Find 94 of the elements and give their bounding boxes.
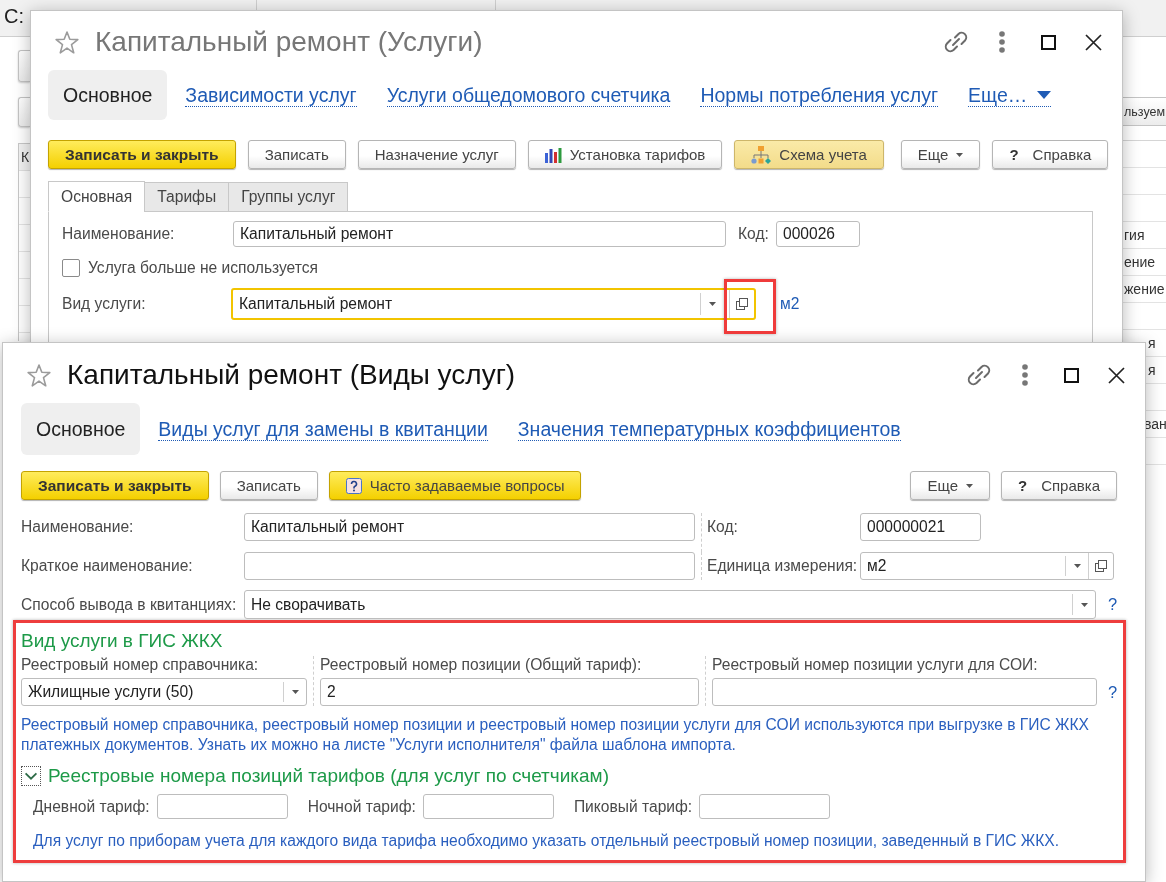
caret-icon xyxy=(708,302,716,306)
caret-icon xyxy=(956,152,964,157)
field-label: Ночной тариф: xyxy=(307,797,416,816)
nav-item[interactable]: Нормы потребления услуг xyxy=(700,83,939,107)
text-field[interactable] xyxy=(156,794,288,819)
toolbar-button[interactable]: Записать xyxy=(219,471,318,500)
toolbar-button[interactable]: Схема учета xyxy=(734,140,884,169)
field-label: Код: xyxy=(707,518,739,536)
stacked-squares-icon xyxy=(736,298,748,310)
table-cell: ение xyxy=(1124,254,1156,270)
tab[interactable]: Тарифы xyxy=(144,182,230,212)
field-label: Реестровый номер справочника: xyxy=(21,656,260,674)
toolbar-button[interactable]: Часто задаваемые вопросы xyxy=(328,471,582,500)
nav-item[interactable]: Виды услуг для замены в квитанции xyxy=(158,417,488,441)
checkbox-label[interactable]: Услуга больше не используется xyxy=(88,259,318,277)
field-label: Наименование: xyxy=(21,518,135,536)
help-icon xyxy=(345,477,362,494)
field-label: Вид услуги: xyxy=(62,295,147,313)
select-field[interactable]: Капитальный ремонт xyxy=(231,288,756,320)
field-label: Дневной тариф: xyxy=(33,797,150,816)
field-label: Пиковый тариф: xyxy=(573,797,693,816)
table-cell: гия xyxy=(1124,227,1145,243)
caret-icon xyxy=(1080,602,1088,607)
select-field[interactable]: Не сворачивать xyxy=(244,590,1096,619)
tab[interactable]: Основная xyxy=(48,181,146,212)
field-label: Реестровый номер позиции (Общий тариф): xyxy=(320,656,643,674)
nav-item[interactable]: Значения температурных коэффициентов xyxy=(517,417,901,441)
caret-icon xyxy=(966,483,973,488)
section-title[interactable]: Реестровые номера позиций тарифов (для услуг по счетчикам) xyxy=(48,765,609,787)
nav-item[interactable]: Услуги общедомового счетчика xyxy=(386,83,671,107)
unit-link[interactable]: м2 xyxy=(780,295,800,313)
toolbar-button[interactable]: льзуем xyxy=(1120,97,1166,126)
highlight-frame xyxy=(724,279,776,334)
nav-item[interactable]: Зависимости услуг xyxy=(185,83,357,107)
star-icon[interactable] xyxy=(27,363,51,387)
table-cell: я xyxy=(1148,362,1156,378)
window-title: Капитальный ремонт (Услуги) xyxy=(95,26,483,58)
star-icon[interactable] xyxy=(55,30,79,54)
toolbar-button[interactable]: Назначение услуг xyxy=(357,140,516,169)
section-title: Вид услуги в ГИС ЖКХ xyxy=(21,630,224,652)
maximize-icon[interactable] xyxy=(1064,367,1079,383)
column-header: К xyxy=(19,144,30,171)
stacked-squares-icon xyxy=(1095,560,1107,572)
caret-icon xyxy=(1073,564,1081,568)
table-cell: я xyxy=(1148,335,1156,351)
toolbar-button[interactable]: ? Справка xyxy=(992,140,1109,169)
close-icon[interactable] xyxy=(1085,33,1102,51)
toolbar-button[interactable]: ? Справка xyxy=(1001,471,1117,500)
field-label: Краткое наименование: xyxy=(21,557,194,575)
more-link[interactable]: Еще… xyxy=(968,83,1052,107)
text-field[interactable] xyxy=(699,794,831,819)
link-icon[interactable] xyxy=(966,362,992,388)
more-icon[interactable] xyxy=(999,31,1005,53)
chevron-down-icon[interactable] xyxy=(21,766,41,786)
info-text: Реестровый номер справочника, реестровый номер позиции и реестровый номер позиции услуги для СОИ используются при выгрузке в ГИС ЖКХ платежных документов. Узнать их можно на листе "Услуги исполнителя" файла шаблона импорта. xyxy=(21,715,1090,755)
help-link[interactable]: ? xyxy=(1108,682,1123,702)
caret-icon xyxy=(1037,90,1052,99)
table-cell: жение xyxy=(1124,281,1165,297)
text-field[interactable]: 2 xyxy=(320,678,699,706)
toolbar-button[interactable]: Установка тарифов xyxy=(527,140,723,169)
toolbar-button[interactable]: Записать xyxy=(247,140,346,169)
bar-chart-icon xyxy=(544,146,562,163)
primary-button[interactable]: Записать и закрыть xyxy=(48,140,236,169)
field-label: Единица измерения: xyxy=(707,557,859,575)
primary-button[interactable]: Записать и закрыть xyxy=(21,471,209,500)
info-text: Для услуг по приборам учета для каждого вида тарифа необходимо указать отдельный реестровый номер позиции, заведенный в ГИС ЖКХ. xyxy=(32,831,1061,851)
maximize-icon[interactable] xyxy=(1041,34,1056,50)
hierarchy-icon xyxy=(751,145,772,164)
tab[interactable]: С: xyxy=(0,0,30,36)
field-label: Код: xyxy=(738,225,770,243)
text-field[interactable]: 000026 xyxy=(776,221,860,247)
nav-item[interactable]: Основное xyxy=(21,403,141,455)
link-icon[interactable] xyxy=(943,29,969,55)
field-label: Наименование: xyxy=(62,225,176,243)
select-field[interactable]: м2 xyxy=(860,552,1114,580)
close-icon[interactable] xyxy=(1108,366,1125,384)
text-field[interactable] xyxy=(422,794,554,819)
select-field[interactable]: Жилищные услуги (50) xyxy=(21,678,307,706)
caret-icon xyxy=(291,690,299,694)
help-link[interactable]: ? xyxy=(1108,595,1118,614)
window-title: Капитальный ремонт (Виды услуг) xyxy=(67,359,516,391)
menu-button[interactable]: Еще xyxy=(910,471,990,500)
text-field[interactable]: Капитальный ремонт xyxy=(233,221,726,247)
tab[interactable]: Группы услуг xyxy=(228,182,349,212)
text-field[interactable] xyxy=(244,552,695,580)
text-field[interactable] xyxy=(712,678,1097,706)
field-label: Реестровый номер позиции услуги для СОИ: xyxy=(712,656,1039,674)
more-icon[interactable] xyxy=(1022,364,1028,386)
field-label: Способ вывода в квитанциях: xyxy=(21,595,238,614)
text-field[interactable]: 000000021 xyxy=(860,513,981,541)
checkbox[interactable] xyxy=(62,259,80,277)
menu-button[interactable]: Еще xyxy=(900,140,981,169)
text-field[interactable]: Капитальный ремонт xyxy=(244,513,695,541)
nav-item[interactable]: Основное xyxy=(48,70,168,120)
